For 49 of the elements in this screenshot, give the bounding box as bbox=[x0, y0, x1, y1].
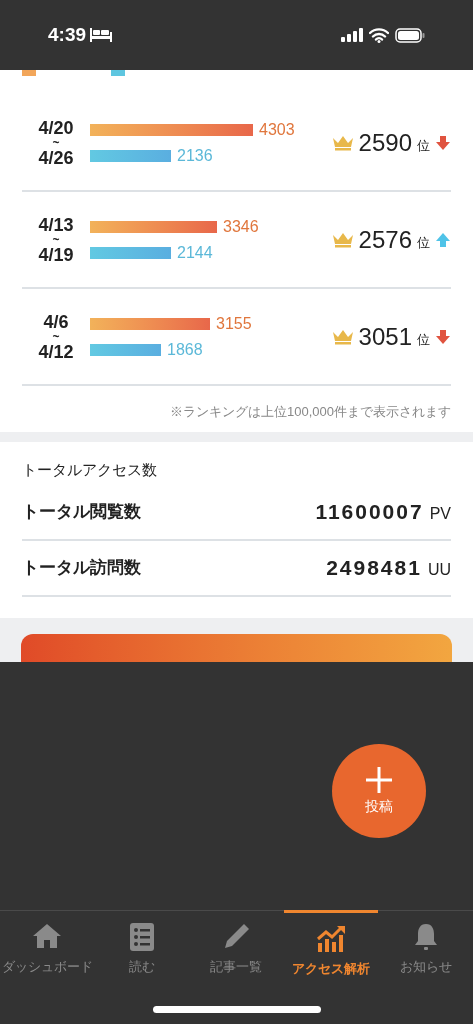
tab-item[interactable]: 読む bbox=[94, 911, 190, 989]
rank-number: 2576 bbox=[358, 224, 412, 255]
week-start-date: 4/13 bbox=[38, 213, 74, 236]
visitor-count: 2136 bbox=[177, 145, 213, 166]
post-button[interactable]: 投稿 bbox=[332, 744, 426, 838]
section-title: トータルアクセス数 bbox=[22, 460, 158, 480]
total-label: トータル閲覧数 bbox=[22, 501, 141, 524]
total-value: 2498481 bbox=[326, 555, 422, 582]
crown-icon bbox=[331, 328, 354, 345]
crown-icon bbox=[331, 231, 354, 248]
pageview-count: 4303 bbox=[259, 119, 295, 140]
past-results-button[interactable] bbox=[21, 634, 452, 662]
total-label: トータル訪問数 bbox=[22, 557, 141, 580]
rank-unit: 位 bbox=[417, 136, 430, 155]
tab-item[interactable]: ダッシュボード bbox=[0, 911, 95, 989]
visitor-count: 1868 bbox=[167, 339, 203, 360]
tilde-separator: ~ bbox=[52, 332, 60, 341]
post-label: 投稿 bbox=[365, 796, 393, 816]
total-unit: UU bbox=[427, 560, 451, 581]
tilde-separator: ~ bbox=[52, 235, 60, 244]
tilde-separator: ~ bbox=[52, 138, 60, 147]
week-end-date: 4/19 bbox=[38, 243, 74, 266]
total-unit: PV bbox=[429, 504, 451, 525]
rank-number: 3051 bbox=[358, 321, 412, 352]
ranking-note: ※ランキングは上位100,000件まで表示されます bbox=[170, 403, 451, 421]
rank-unit: 位 bbox=[417, 330, 430, 349]
status-time: 4:39 bbox=[48, 22, 87, 47]
pageview-count: 3155 bbox=[216, 313, 252, 334]
plus-icon bbox=[365, 765, 393, 794]
rank-unit: 位 bbox=[417, 233, 430, 252]
battery-icon bbox=[395, 27, 425, 43]
week-start-date: 4/6 bbox=[43, 310, 69, 333]
legend-swatch-icon bbox=[111, 70, 125, 76]
visitor-bar bbox=[90, 343, 161, 356]
visitor-count: 2144 bbox=[177, 242, 213, 263]
week-start-date: 4/20 bbox=[38, 116, 74, 139]
week-end-date: 4/12 bbox=[38, 340, 74, 363]
chart-icon bbox=[315, 923, 348, 955]
tab-item[interactable]: お知らせ bbox=[378, 911, 473, 989]
total-value: 11600007 bbox=[315, 499, 424, 526]
signal-icon bbox=[341, 28, 363, 42]
pageview-count: 3346 bbox=[223, 216, 259, 237]
tab-item[interactable]: アクセス解析 bbox=[283, 910, 379, 989]
crown-icon bbox=[331, 134, 354, 151]
wifi-icon bbox=[369, 27, 389, 43]
legend-swatch-icon bbox=[22, 70, 36, 76]
bed-icon bbox=[90, 28, 113, 42]
week-end-date: 4/26 bbox=[38, 146, 74, 169]
rank-number: 2590 bbox=[358, 127, 412, 158]
